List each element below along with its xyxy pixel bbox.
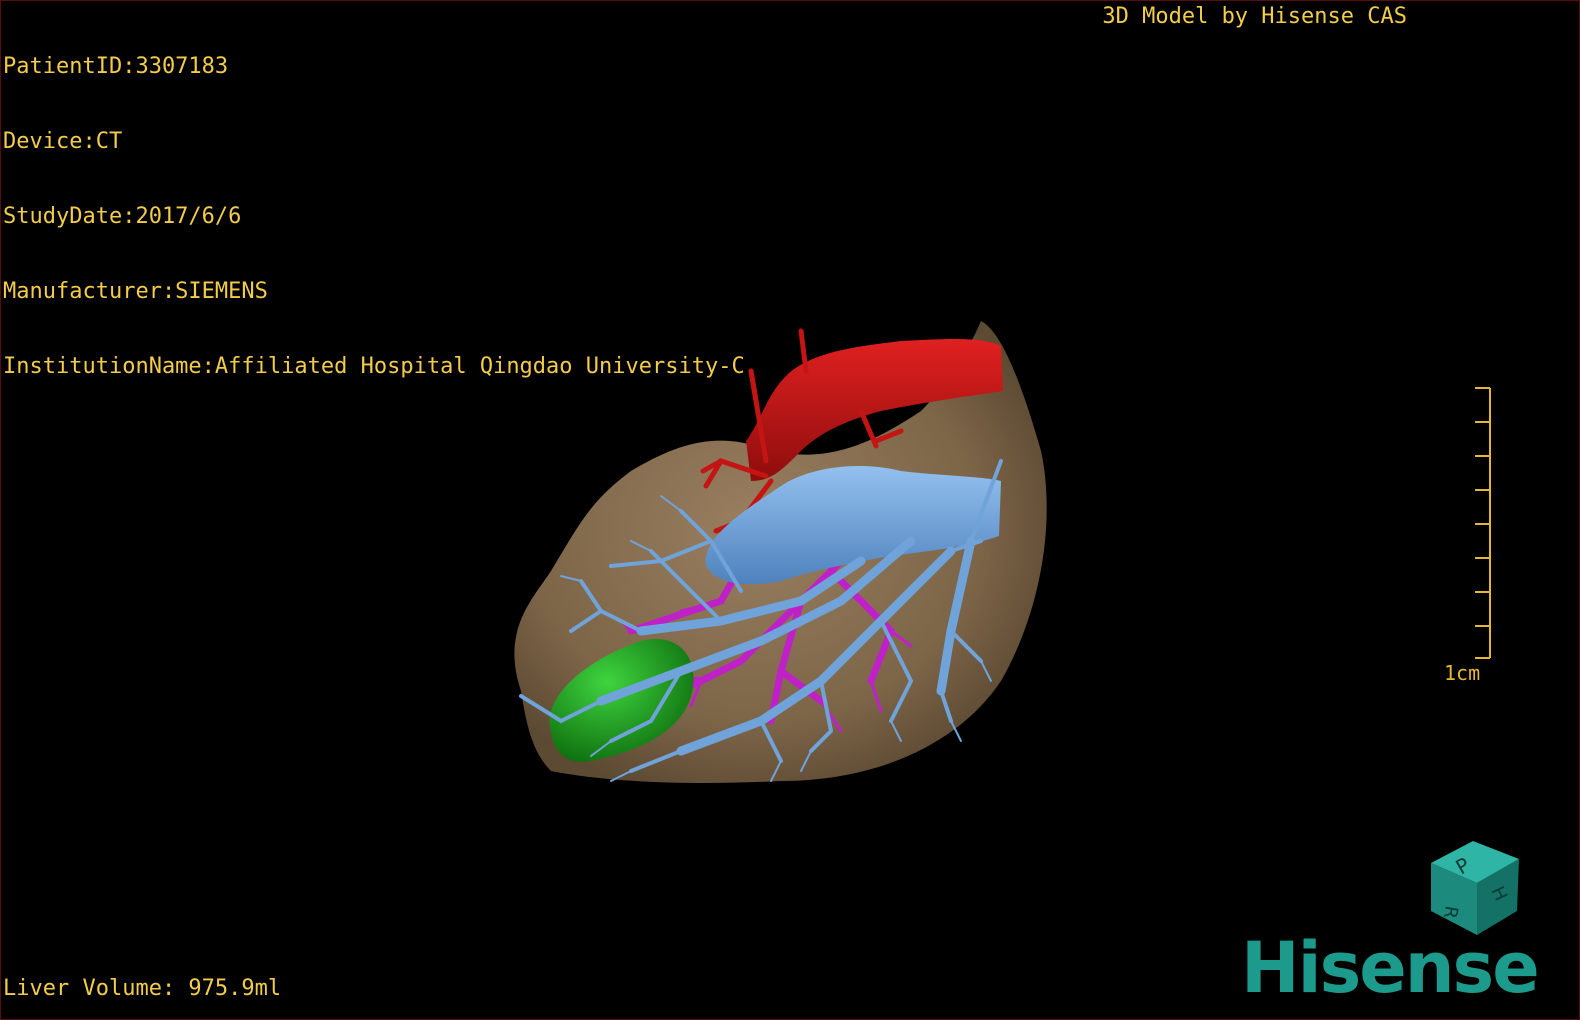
cube-face-r: R <box>1439 904 1462 920</box>
patient-id-text: PatientID:3307183 <box>3 54 229 79</box>
liver-volume-text: Liver Volume: 975.9ml <box>3 976 282 1001</box>
ruler-scale-icon <box>1475 387 1491 659</box>
study-date-text: StudyDate:2017/6/6 <box>3 204 242 229</box>
model-title: 3D Model by Hisense CAS <box>1102 4 1407 29</box>
device-text: Device:CT <box>3 129 123 154</box>
3d-viewport[interactable]: PatientID:3307183 Device:CT StudyDate:20… <box>0 0 1580 1020</box>
liver-3d-model[interactable] <box>481 301 1061 801</box>
hisense-logo: Hisense <box>1241 927 1540 1009</box>
orientation-cube-icon[interactable]: P H R <box>1421 835 1525 939</box>
scale-label: 1cm <box>1444 661 1481 685</box>
